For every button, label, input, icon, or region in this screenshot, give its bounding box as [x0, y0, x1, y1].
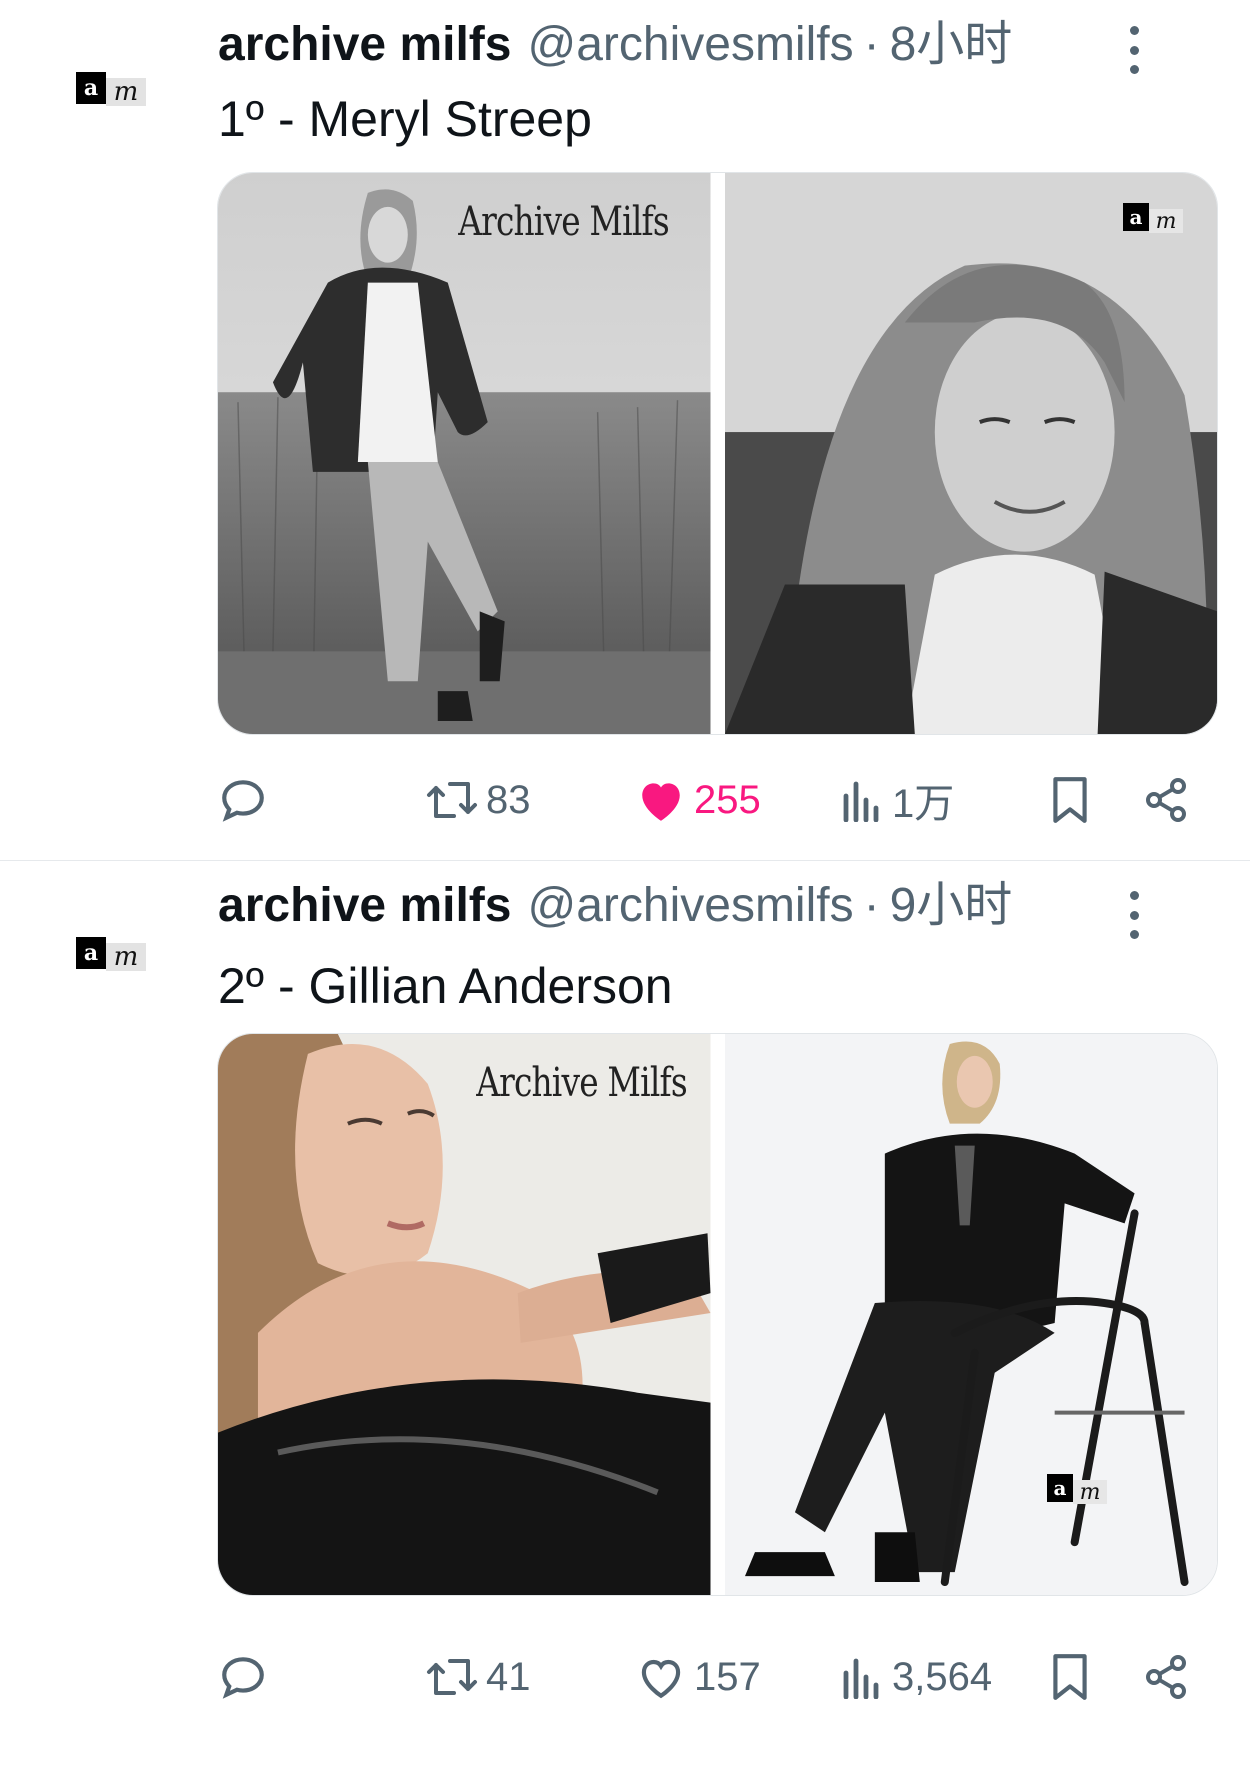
- timestamp[interactable]: 8小时: [890, 10, 1013, 80]
- photo-portrait-image: [724, 173, 1217, 734]
- photo-field-image: [218, 173, 711, 734]
- photo-reclining-image: [218, 1034, 711, 1595]
- heart-icon: [641, 1659, 681, 1699]
- tweet-header: archive milfs @archivesmilfs · 9小时: [218, 871, 1012, 941]
- photo-portrait[interactable]: a m: [724, 173, 1217, 734]
- avatar[interactable]: a m: [72, 933, 152, 973]
- retweet-count: 83: [486, 777, 531, 822]
- tweet-text: 2º - Gillian Anderson: [218, 958, 673, 1014]
- retweet-icon: [427, 1659, 477, 1695]
- watermark-text: Archive Milfs: [475, 1060, 687, 1106]
- share-button[interactable]: [1142, 1645, 1190, 1709]
- avatar-letter-a: a: [76, 72, 106, 104]
- tweet[interactable]: a m archive milfs @archivesmilfs · 8小时 1…: [0, 0, 1250, 860]
- watermark-text: Archive Milfs: [457, 199, 669, 245]
- reply-button[interactable]: [218, 768, 268, 832]
- photo-chair-image: [724, 1034, 1217, 1595]
- retweet-icon: [427, 782, 477, 818]
- tweet-text: 1º - Meryl Streep: [218, 91, 592, 147]
- bookmark-button[interactable]: [1048, 1645, 1092, 1709]
- photo-chair[interactable]: a m: [724, 1034, 1217, 1595]
- bookmark-button[interactable]: [1048, 768, 1092, 832]
- author-name[interactable]: archive milfs: [218, 871, 511, 941]
- view-count: 3,564: [892, 1654, 993, 1699]
- photo-field[interactable]: Archive Milfs: [218, 173, 711, 734]
- bookmark-icon: [1053, 777, 1087, 823]
- photo-reclining[interactable]: Archive Milfs: [218, 1034, 711, 1595]
- media-grid: Archive Milfs a m: [217, 1033, 1218, 1596]
- bookmark-icon: [1053, 1654, 1087, 1700]
- share-button[interactable]: [1142, 768, 1190, 832]
- retweet-button[interactable]: 83: [426, 768, 531, 832]
- separator-dot: ·: [863, 879, 880, 932]
- views-button[interactable]: 1万: [840, 768, 954, 832]
- like-button[interactable]: 157: [636, 1645, 761, 1709]
- author-handle[interactable]: @archivesmilfs: [527, 871, 853, 941]
- like-button[interactable]: 255: [636, 768, 761, 832]
- view-count: 1万: [892, 782, 955, 826]
- author-name[interactable]: archive milfs: [218, 10, 511, 80]
- views-icon: [843, 781, 879, 822]
- action-bar: 83 255 1万: [218, 768, 1198, 832]
- more-icon[interactable]: [1124, 26, 1144, 74]
- avatar-letter-m: m: [106, 77, 146, 107]
- watermark-logo: a m: [1123, 203, 1189, 235]
- reply-button[interactable]: [218, 1645, 268, 1709]
- like-count: 255: [694, 777, 761, 822]
- heart-icon: [642, 783, 680, 821]
- reply-icon: [222, 780, 264, 822]
- separator-dot: ·: [863, 18, 880, 71]
- tweet[interactable]: a m archive milfs @archivesmilfs · 9小时 2…: [0, 860, 1250, 1741]
- views-icon: [843, 1658, 879, 1699]
- avatar-letter-m: m: [106, 942, 146, 972]
- avatar[interactable]: a m: [72, 68, 152, 108]
- author-handle[interactable]: @archivesmilfs: [527, 10, 853, 80]
- action-bar: 41 157 3,564: [218, 1645, 1198, 1709]
- reply-icon: [222, 1657, 264, 1699]
- share-icon: [1146, 1655, 1186, 1699]
- more-icon[interactable]: [1124, 891, 1144, 939]
- share-icon: [1146, 778, 1186, 822]
- views-button[interactable]: 3,564: [840, 1645, 992, 1709]
- avatar-letter-a: a: [76, 937, 106, 969]
- retweet-button[interactable]: 41: [426, 1645, 531, 1709]
- like-count: 157: [694, 1654, 761, 1699]
- watermark-logo: a m: [1047, 1474, 1113, 1506]
- retweet-count: 41: [486, 1654, 531, 1699]
- timestamp[interactable]: 9小时: [890, 871, 1013, 941]
- tweet-header: archive milfs @archivesmilfs · 8小时: [218, 10, 1012, 80]
- media-grid: Archive Milfs a m: [217, 172, 1218, 735]
